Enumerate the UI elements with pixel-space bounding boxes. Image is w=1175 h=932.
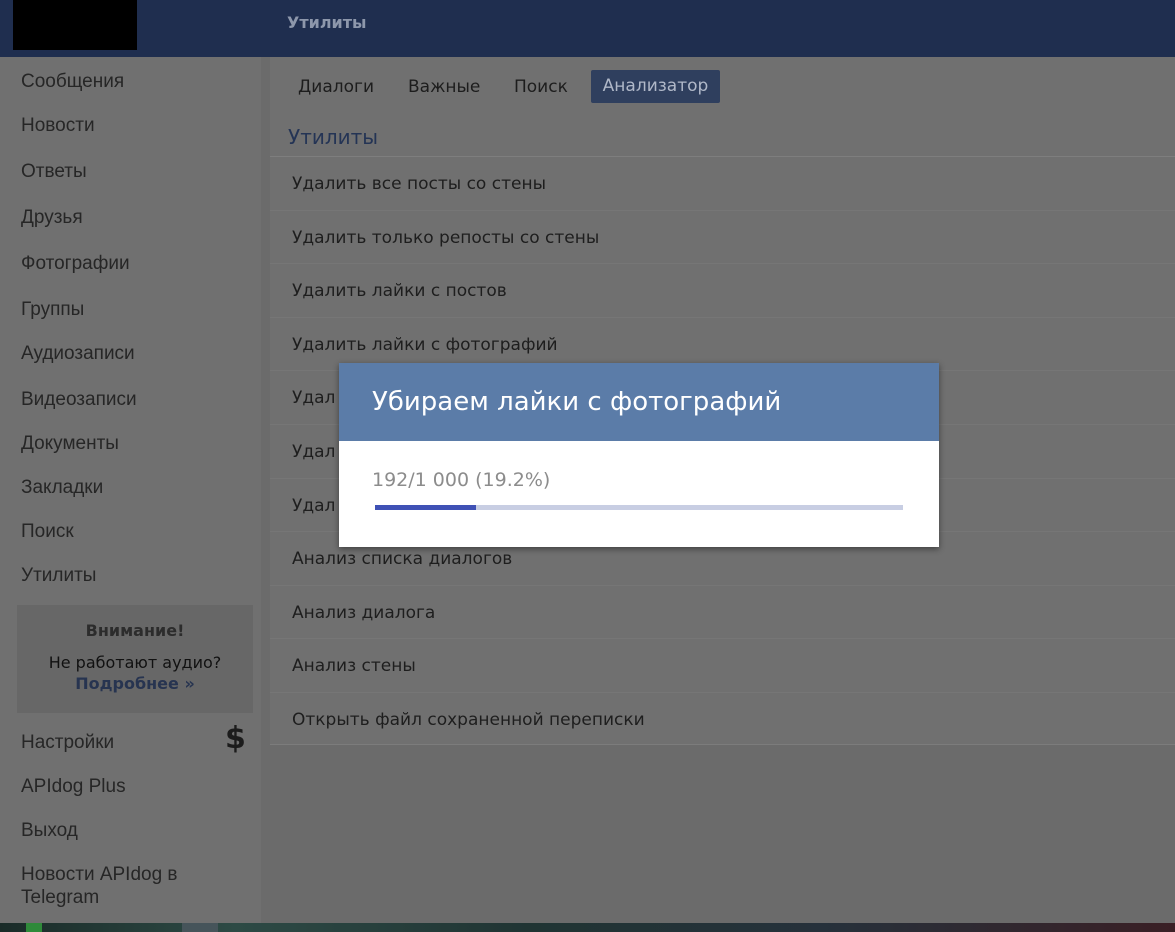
telegram-news-line1: Новости APIdog в [21,864,178,885]
tab-analyzer[interactable]: Анализатор [591,70,720,103]
sidebar-item-search[interactable]: Поиск [21,521,74,543]
notice-more-link[interactable]: Подробнее » [17,674,253,693]
utility-delete-post-likes[interactable]: Удалить лайки с постов [270,264,1175,318]
taskbar [0,923,1175,932]
utility-label: Удал [292,442,336,462]
modal-header: Убираем лайки с фотографий [339,363,939,441]
sidebar: Сообщения Новости Ответы Друзья Фотограф… [0,57,261,923]
utility-label: Удал [292,495,336,516]
utility-open-saved-chat[interactable]: Открыть файл сохраненной переписки [270,693,1175,747]
section-title: Утилиты [288,125,379,149]
taskbar-app-icon[interactable] [26,923,42,932]
sidebar-item-settings[interactable]: Настройки [21,732,114,754]
sidebar-item-answers[interactable]: Ответы [21,161,87,183]
sidebar-item-photos[interactable]: Фотографии [21,253,130,275]
sidebar-item-documents[interactable]: Документы [21,433,119,455]
progress-modal: Убираем лайки с фотографий 192/1 000 (19… [339,363,939,547]
sidebar-item-news[interactable]: Новости [21,115,95,137]
tab-search[interactable]: Поиск [514,77,568,97]
sidebar-item-messages[interactable]: Сообщения [21,71,124,93]
dollar-icon[interactable]: $ [225,721,246,756]
utility-label: Удалить лайки с постов [292,281,507,302]
header-title: Утилиты [287,13,367,32]
utility-analyze-wall[interactable]: Анализ стены [270,639,1175,693]
progress-text: 192/1 000 (19.2%) [372,469,551,491]
utility-label: Удалить только репосты со стены [292,227,600,248]
telegram-news-line2: Telegram [21,887,100,908]
utility-delete-reposts[interactable]: Удалить только репосты со стены [270,211,1175,265]
utility-label: Анализ стены [292,656,416,677]
notice-text: Не работают аудио? [48,653,222,672]
progress-bar-fill [375,505,477,510]
top-header: Утилиты [0,0,1175,57]
utility-delete-all-posts[interactable]: Удалить все посты со стены [270,157,1175,211]
tab-dialogs[interactable]: Диалоги [298,77,374,97]
utility-label: Удалить лайки с фотографий [292,334,558,355]
sidebar-item-logout[interactable]: Выход [21,820,78,842]
sidebar-item-video[interactable]: Видеозаписи [21,389,137,411]
sidebar-item-groups[interactable]: Группы [21,299,84,321]
tab-important[interactable]: Важные [408,77,480,97]
sidebar-item-audio[interactable]: Аудиозаписи [21,343,135,365]
sidebar-item-telegram-news[interactable]: Новости APIdog в Telegram [21,863,178,909]
sidebar-item-apidog-plus[interactable]: APIdog Plus [21,776,126,798]
utility-label: Удал [292,388,336,409]
logo[interactable] [13,0,137,50]
modal-title: Убираем лайки с фотографий [372,387,782,417]
utility-label: Удалить все посты со стены [292,174,546,194]
utility-label: Анализ списка диалогов [292,549,513,570]
utility-label: Анализ диалога [292,602,436,623]
notice-box: Внимание! Не работают аудио? Подробнее » [17,605,253,713]
sidebar-item-friends[interactable]: Друзья [21,207,83,229]
taskbar-app-icon[interactable] [182,923,218,932]
sidebar-item-bookmarks[interactable]: Закладки [21,477,103,499]
utility-analyze-dialog[interactable]: Анализ диалога [270,586,1175,640]
progress-bar [375,505,903,510]
notice-title: Внимание! [85,621,185,640]
utility-label: Открыть файл сохраненной переписки [292,710,645,730]
sidebar-item-utilities[interactable]: Утилиты [21,565,96,587]
